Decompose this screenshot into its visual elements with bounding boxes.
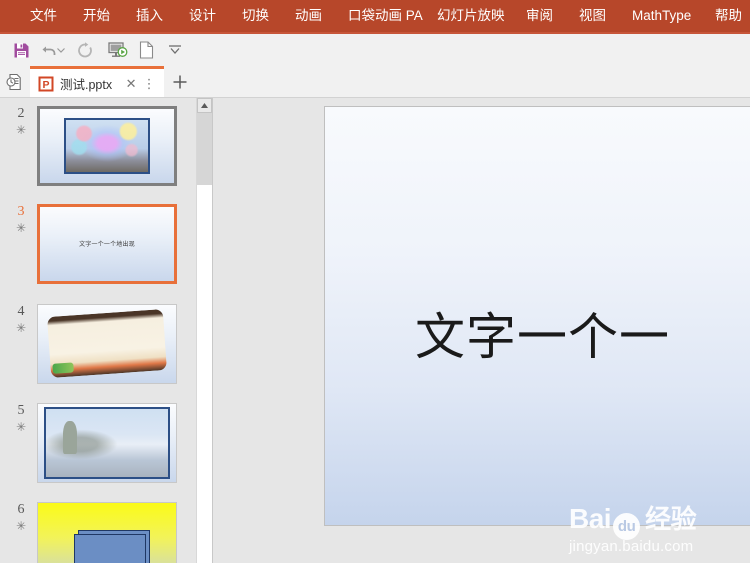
- powerpoint-file-icon: P: [38, 76, 54, 91]
- slide-thumbnail-3[interactable]: 3 ✳ 文字一个一个地出现: [0, 204, 196, 290]
- balloons-image: [64, 117, 150, 175]
- svg-text:P: P: [42, 79, 49, 91]
- slide-title-text[interactable]: 文字一个一: [415, 297, 670, 369]
- quick-access-toolbar: [0, 34, 750, 66]
- slide-editing-area[interactable]: 文字一个一: [213, 98, 750, 563]
- slide-text-3: 文字一个一个地出现: [79, 241, 135, 248]
- ribbon-tab-file[interactable]: 文件: [30, 0, 57, 32]
- redo-button[interactable]: [70, 37, 100, 63]
- recent-documents-button[interactable]: [0, 66, 30, 98]
- slide-preview-5[interactable]: [37, 403, 177, 483]
- thumbnail-pane-scrollbar[interactable]: [196, 98, 212, 563]
- ribbon-tab-transition[interactable]: 切换: [242, 0, 269, 32]
- ribbon-tab-review[interactable]: 审阅: [526, 0, 553, 32]
- ribbon-tab-view[interactable]: 视图: [579, 0, 606, 32]
- lake-landscape-image: [43, 407, 171, 479]
- close-tab-button[interactable]: ✕: [122, 72, 140, 96]
- chevron-down-icon: [169, 45, 181, 54]
- ribbon-tab-mathtype[interactable]: MathType: [632, 0, 691, 32]
- tab-menu-button[interactable]: ⋮: [140, 72, 158, 96]
- triangle-up-icon: [201, 103, 208, 108]
- ribbon-tab-design[interactable]: 设计: [189, 0, 216, 32]
- slide-animation-star-4: ✳: [15, 321, 27, 335]
- blue-rectangle-shape: [73, 534, 146, 563]
- workspace: 2 ✳ 3 ✳ 文字一个一个地出现 4 ✳ 5 ✳ 6 ✳ 文字一个一 Bai …: [0, 98, 750, 563]
- slide-thumbnail-5[interactable]: 5 ✳: [0, 403, 196, 489]
- slide-animation-star-6: ✳: [15, 519, 27, 533]
- redo-icon: [78, 42, 92, 58]
- history-document-icon: [6, 73, 21, 91]
- slide-animation-star-3: ✳: [15, 221, 27, 235]
- scrollbar-thumb[interactable]: [197, 113, 212, 185]
- slideshow-icon: [108, 42, 128, 57]
- slide-preview-6[interactable]: [37, 502, 177, 563]
- scrollbar-track[interactable]: [197, 185, 212, 563]
- plus-icon: [173, 75, 187, 89]
- scroll-up-button[interactable]: [197, 98, 212, 113]
- ribbon-tab-insert[interactable]: 插入: [136, 0, 163, 32]
- slide-thumbnail-pane[interactable]: 2 ✳ 3 ✳ 文字一个一个地出现 4 ✳ 5 ✳ 6 ✳: [0, 98, 196, 563]
- ribbon-tab-help[interactable]: 帮助: [715, 0, 742, 32]
- slide-thumbnail-4[interactable]: 4 ✳: [0, 304, 196, 390]
- ribbon-tab-animation[interactable]: 动画: [295, 0, 322, 32]
- parchment-image: [47, 308, 167, 378]
- slide-thumbnail-6[interactable]: 6 ✳: [0, 502, 196, 563]
- ribbon-tab-slideshow[interactable]: 幻灯片放映: [437, 0, 505, 32]
- slide-number-4: 4: [17, 304, 25, 319]
- new-file-button[interactable]: [131, 37, 161, 63]
- undo-dropdown-button[interactable]: [55, 37, 67, 63]
- slide-number-5: 5: [17, 403, 25, 418]
- customize-qat-button[interactable]: [160, 37, 190, 63]
- slide-number-6: 6: [17, 502, 25, 517]
- current-slide-canvas[interactable]: 文字一个一: [324, 106, 750, 526]
- slide-number-2: 2: [17, 106, 25, 121]
- save-icon: [14, 43, 28, 57]
- slide-preview-4[interactable]: [37, 304, 177, 384]
- document-tab-strip: P 测试.pptx ✕ ⋮: [0, 66, 750, 98]
- slide-preview-3[interactable]: 文字一个一个地出现: [37, 204, 177, 284]
- chevron-down-icon: [57, 48, 65, 53]
- ribbon-tab-home[interactable]: 开始: [83, 0, 110, 32]
- save-button[interactable]: [6, 37, 36, 63]
- slide-preview-2[interactable]: [37, 106, 177, 186]
- document-tab-label: 测试.pptx: [60, 78, 113, 92]
- slide-number-3: 3: [17, 204, 25, 219]
- new-tab-button[interactable]: [164, 66, 197, 98]
- slide-animation-star-5: ✳: [15, 420, 27, 434]
- slide-thumbnail-2[interactable]: 2 ✳: [0, 106, 196, 192]
- slide-animation-star-2: ✳: [15, 123, 27, 137]
- ribbon-tab-pocket-animation[interactable]: 口袋动画 PA: [348, 0, 423, 32]
- ribbon-tab-bar: 文件 开始 插入 设计 切换 动画 口袋动画 PA 幻灯片放映 审阅 视图 Ma…: [0, 0, 750, 32]
- document-tab-active[interactable]: P 测试.pptx ✕ ⋮: [30, 66, 165, 98]
- page-icon: [139, 41, 153, 59]
